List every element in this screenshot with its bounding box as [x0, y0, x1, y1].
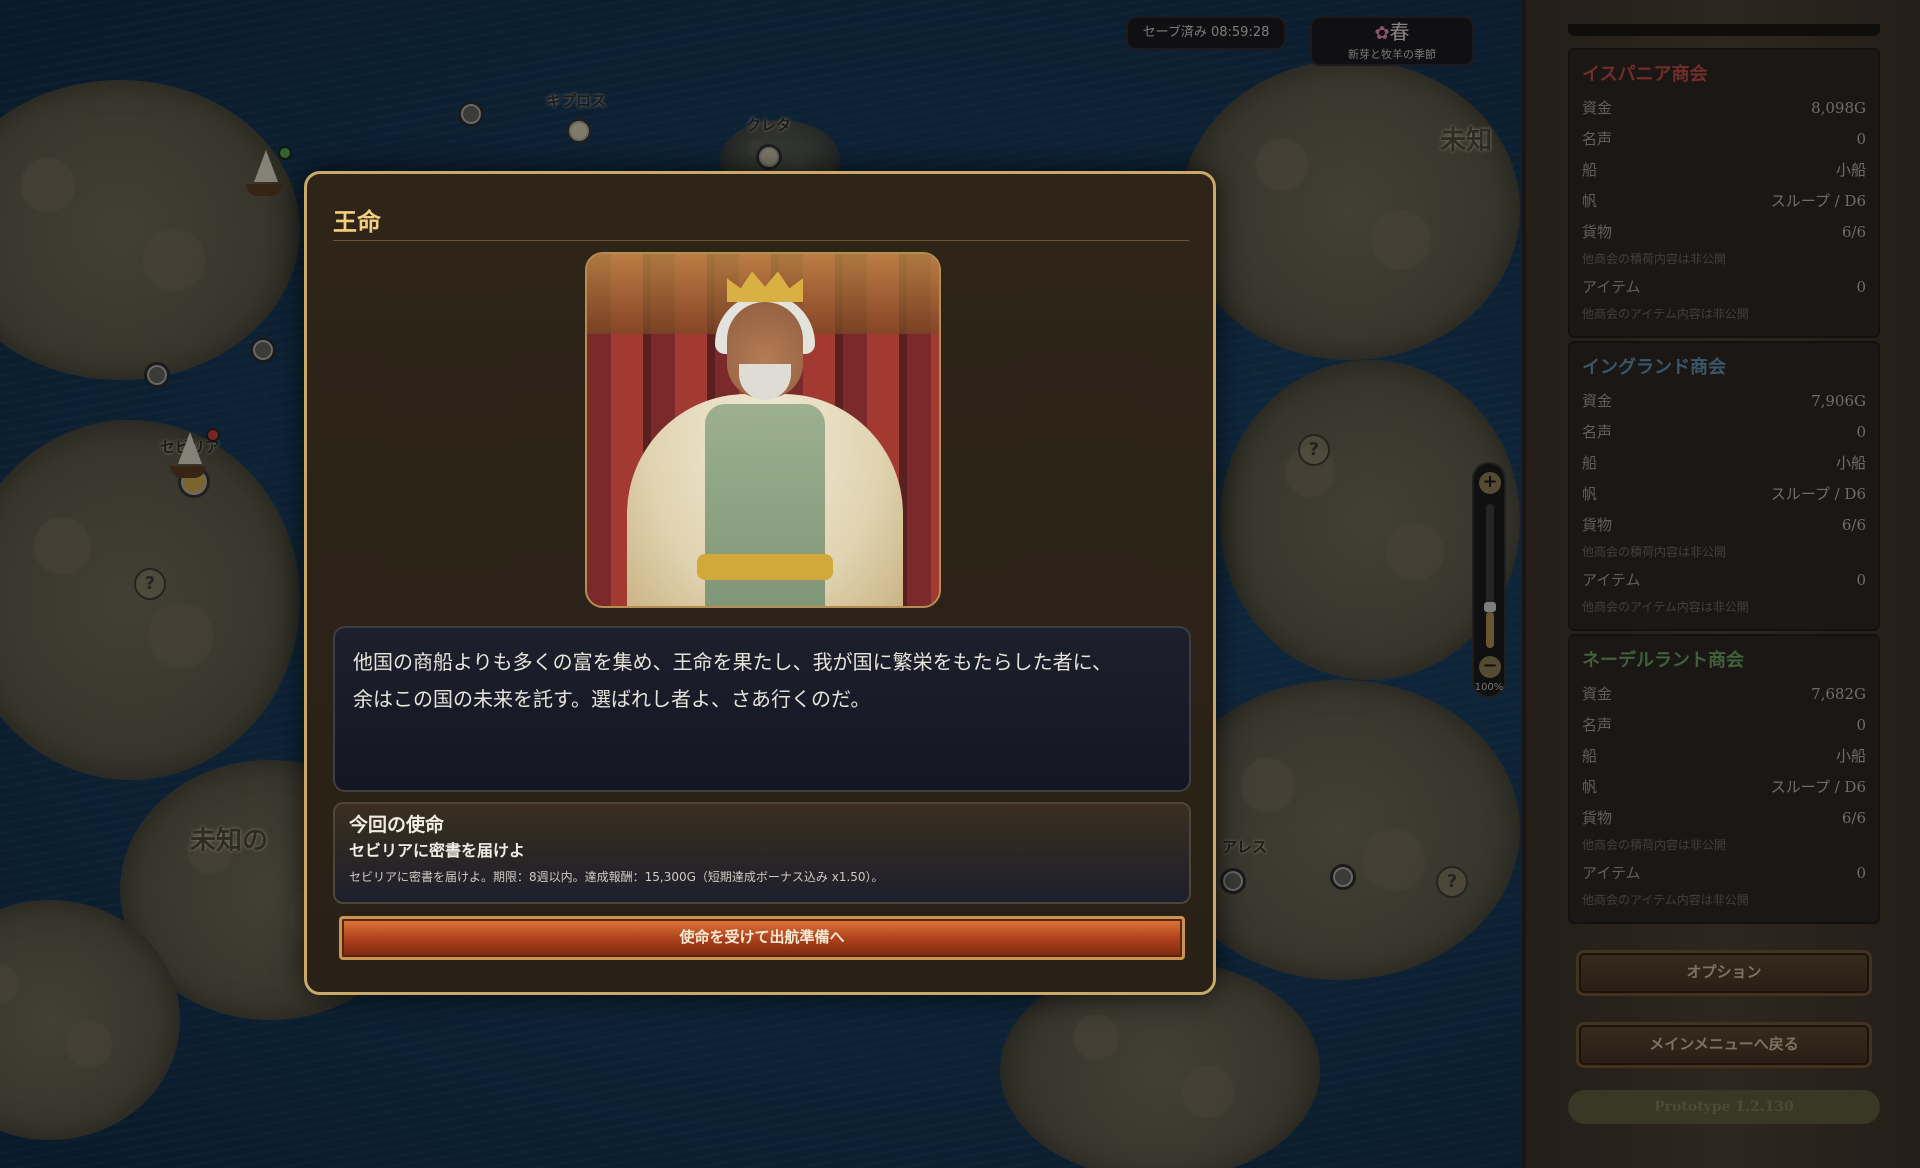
mission-panel: 今回の使命 セビリアに密書を届けよ セビリアに密書を届けよ。期限：8週以内。達成…: [333, 802, 1191, 904]
accept-mission-button[interactable]: 使命を受けて出航準備へ: [339, 916, 1185, 960]
king-portrait: [585, 252, 941, 608]
royal-decree-dialog: 王命 他国の商船よりも多くの富を集め、王命を果たし、我が国に繁栄をもたらした者に…: [304, 171, 1216, 995]
mission-description: セビリアに密書を届けよ。期限：8週以内。達成報酬：15,300G（短期達成ボーナ…: [349, 870, 884, 884]
king-speech-box: 他国の商船よりも多くの富を集め、王命を果たし、我が国に繁栄をもたらした者に、 余…: [333, 626, 1191, 792]
speech-line: 他国の商船よりも多くの富を集め、王命を果たし、我が国に繁栄をもたらした者に、: [353, 650, 1112, 674]
dialog-title: 王命: [333, 208, 381, 236]
title-divider: [333, 240, 1189, 241]
king-sash: [697, 554, 833, 580]
mission-name: セビリアに密書を届けよ: [349, 841, 526, 860]
speech-line: 余はこの国の未来を託す。選ばれし者よ、さあ行くのだ。: [353, 687, 871, 711]
mission-heading: 今回の使命: [349, 814, 445, 836]
